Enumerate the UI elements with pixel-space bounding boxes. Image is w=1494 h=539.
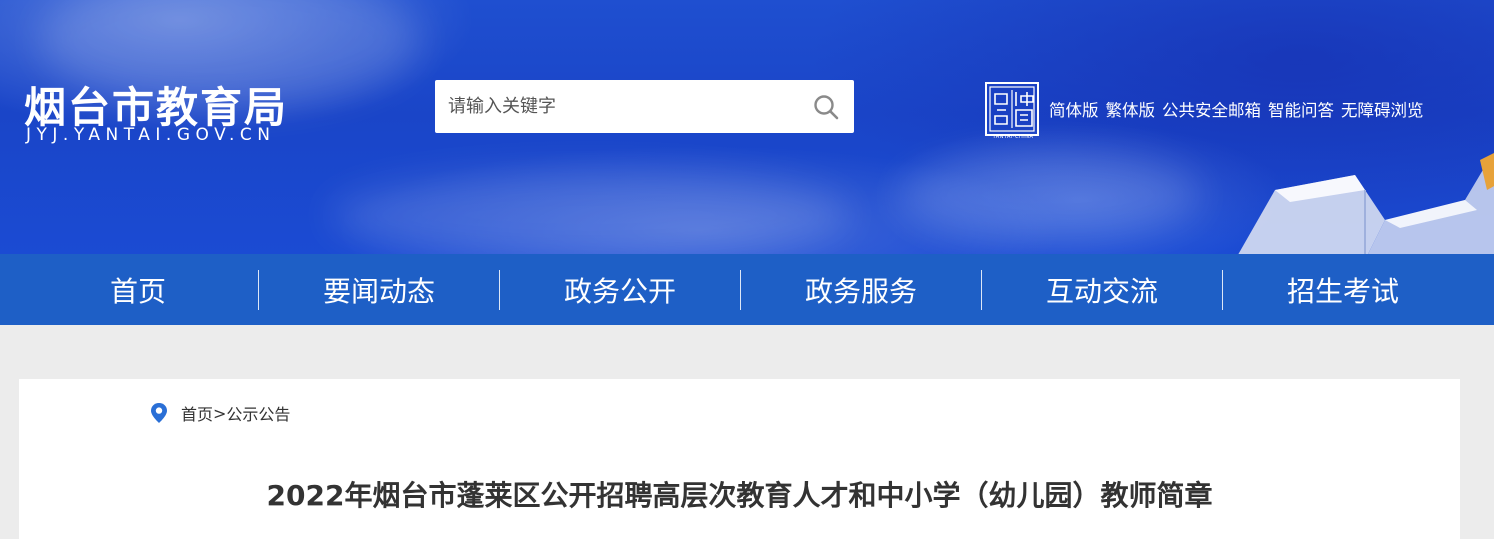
header-banner: 烟台市教育局 JYJ.YANTAI.GOV.CN YANTAI·CHINA 简体… [0, 0, 1494, 254]
nav-item-gov-services[interactable]: 政务服务 [741, 254, 981, 325]
link-traditional[interactable]: 繁体版 [1106, 97, 1156, 121]
banner-cloud [330, 170, 850, 254]
nav-item-gov-info[interactable]: 政务公开 [500, 254, 740, 325]
link-accessibility[interactable]: 无障碍浏览 [1341, 97, 1424, 121]
banner-cloud [900, 150, 1200, 240]
breadcrumb-current[interactable]: 公示公告 [226, 401, 290, 425]
search-icon [814, 95, 839, 120]
yantai-seal-icon: YANTAI·CHINA [983, 80, 1043, 142]
nav-item-interaction[interactable]: 互动交流 [982, 254, 1222, 325]
seal-label: YANTAI·CHINA [992, 134, 1034, 140]
nav-item-label: 要闻动态 [322, 274, 435, 308]
nav-item-label: 首页 [109, 274, 166, 308]
breadcrumb-home[interactable]: 首页 [181, 401, 213, 425]
nav-item-label: 政务公开 [563, 274, 676, 308]
location-pin-icon [151, 403, 167, 423]
nav-item-label: 互动交流 [1045, 274, 1158, 308]
search-input[interactable] [435, 80, 795, 133]
top-links: 简体版 繁体版 公共安全邮箱 智能问答 无障碍浏览 [1049, 97, 1424, 121]
open-book-illustration [1238, 153, 1494, 254]
article-title: 2022年烟台市蓬莱区公开招聘高层次教育人才和中小学（幼儿园）教师简章 [266, 479, 1213, 512]
search-button[interactable] [812, 93, 840, 121]
content-panel: 首页 > 公示公告 2022年烟台市蓬莱区公开招聘高层次教育人才和中小学（幼儿园… [19, 379, 1460, 539]
nav-item-home[interactable]: 首页 [18, 254, 258, 325]
link-simplified[interactable]: 简体版 [1049, 97, 1099, 121]
nav-item-enrollment[interactable]: 招生考试 [1223, 254, 1463, 325]
link-safety-mailbox[interactable]: 公共安全邮箱 [1162, 97, 1261, 121]
nav-item-label: 政务服务 [804, 274, 917, 308]
breadcrumb: 首页 > 公示公告 [149, 401, 290, 425]
link-smart-qa[interactable]: 智能问答 [1268, 97, 1334, 121]
nav-item-news[interactable]: 要闻动态 [259, 254, 499, 325]
breadcrumb-separator: > [213, 403, 227, 423]
nav-item-label: 招生考试 [1286, 274, 1399, 308]
site-domain: JYJ.YANTAI.GOV.CN [26, 125, 276, 145]
main-nav: 首页 要闻动态 政务公开 政务服务 互动交流 招生考试 [0, 254, 1494, 325]
search-bar [435, 80, 854, 133]
